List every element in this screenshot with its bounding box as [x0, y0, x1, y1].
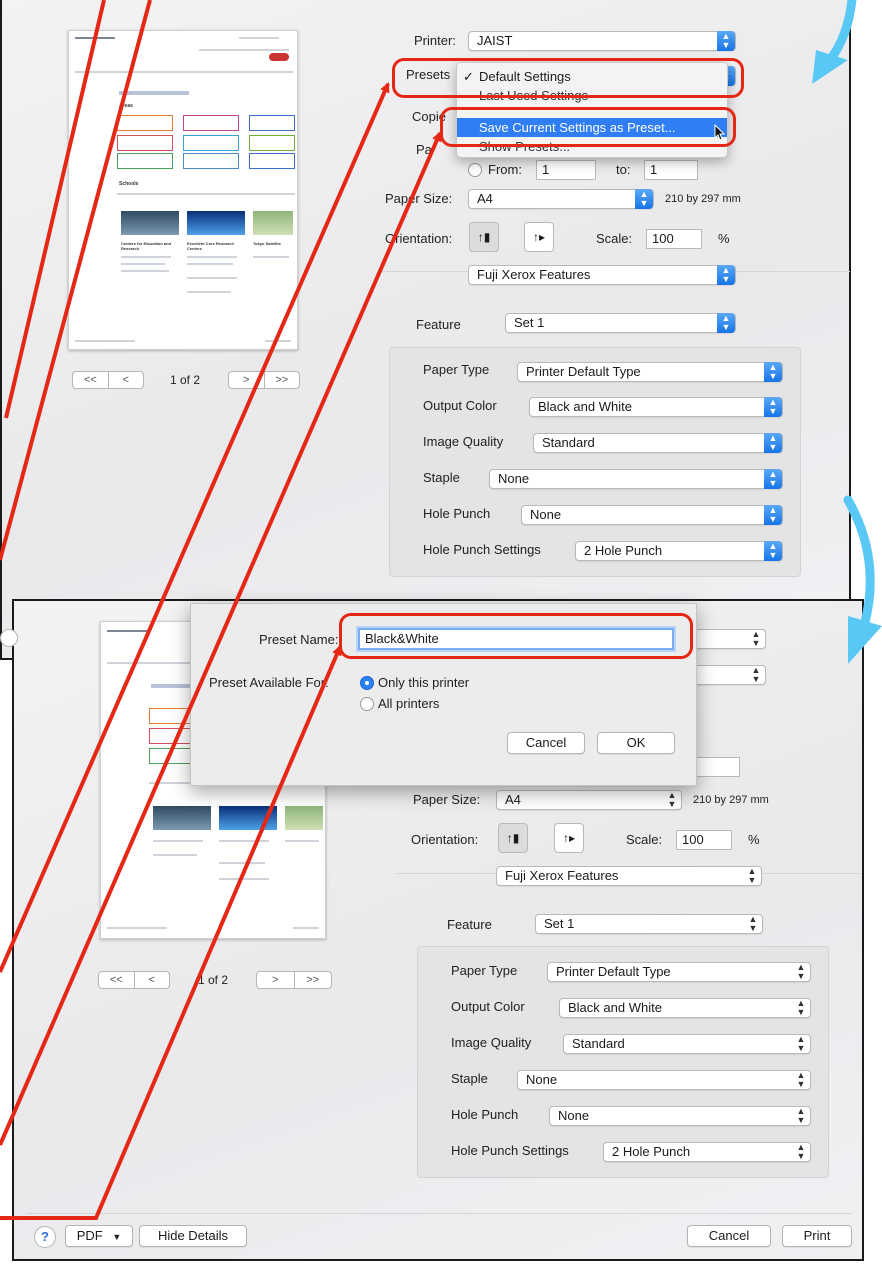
annotation-arrows [0, 0, 882, 1220]
blue-arrow-mid-head [848, 616, 882, 664]
red-line-left2 [0, 0, 152, 561]
blue-arrow-top [825, 0, 857, 65]
red-arrow-to-save [0, 131, 442, 1146]
blue-arrow-top-head [812, 50, 848, 84]
blue-arrow-mid [843, 495, 875, 631]
red-arrow-to-name [0, 645, 342, 1220]
red-arrow-to-presets [0, 82, 390, 973]
